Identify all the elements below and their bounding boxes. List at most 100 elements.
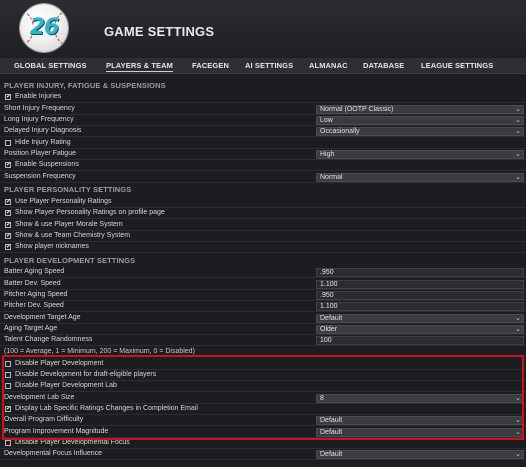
talent-randomness-label: Talent Change Randomness xyxy=(4,336,93,343)
disable-lab-row: Disable Player Development Lab xyxy=(0,381,526,392)
morale-row: ✔ Show & use Player Morale System xyxy=(0,220,526,231)
disable-dev-checkbox[interactable] xyxy=(5,361,11,367)
dev-target-row: Development Target Age Default ⌄ xyxy=(0,313,526,324)
disable-draft-row: Disable Development for draft-eligible p… xyxy=(0,370,526,381)
talent-note: (100 = Average, 1 = Minimum, 200 = Maxim… xyxy=(4,348,195,355)
long-injury-row: Long Injury Frequency Low ⌄ xyxy=(0,115,526,126)
tab-facegen[interactable]: FACEGEN xyxy=(192,61,229,70)
delayed-diagnosis-row: Delayed Injury Diagnosis Occasionally ⌄ xyxy=(0,126,526,137)
fatigue-row: Position Player Fatigue High ⌄ xyxy=(0,149,526,160)
batter-dev-input[interactable]: 1.100 xyxy=(316,280,524,289)
disable-focus-row: Disable Player Developmental Focus xyxy=(0,438,526,449)
chevron-down-icon: ⌄ xyxy=(515,429,521,436)
long-injury-dropdown[interactable]: Low ⌄ xyxy=(316,116,524,125)
chemistry-label: Show & use Team Chemistry System xyxy=(15,232,131,239)
tab-almanac[interactable]: ALMANAC xyxy=(309,61,348,70)
talent-randomness-input[interactable]: 100 xyxy=(316,336,524,345)
morale-checkbox[interactable]: ✔ xyxy=(5,222,11,228)
disable-lab-checkbox[interactable] xyxy=(5,383,11,389)
chemistry-row: ✔ Show & use Team Chemistry System xyxy=(0,231,526,242)
suspension-frequency-dropdown[interactable]: Normal ⌄ xyxy=(316,173,524,182)
improvement-magnitude-row: Program Improvement Magnitude Default ⌄ xyxy=(0,427,526,438)
delayed-diagnosis-label: Delayed Injury Diagnosis xyxy=(4,127,82,134)
chevron-down-icon: ⌄ xyxy=(515,151,521,158)
tab-database[interactable]: DATABASE xyxy=(363,61,404,70)
header: 26 GAME SETTINGS xyxy=(0,0,526,58)
baseball-logo-icon: 26 xyxy=(20,4,68,52)
batter-dev-label: Batter Dev. Speed xyxy=(4,280,61,287)
long-injury-label: Long Injury Frequency xyxy=(4,116,74,123)
improvement-magnitude-label: Program Improvement Magnitude xyxy=(4,428,109,435)
hide-injury-checkbox[interactable] xyxy=(5,140,11,146)
lab-size-dropdown[interactable]: 8 ⌄ xyxy=(316,394,524,403)
fatigue-dropdown[interactable]: High ⌄ xyxy=(316,150,524,159)
batter-aging-row: Batter Aging Speed .950 xyxy=(0,267,526,278)
display-lab-checkbox[interactable]: ✔ xyxy=(5,406,11,412)
enable-injuries-row: ✔ Enable Injuries xyxy=(0,92,526,103)
disable-dev-row: Disable Player Development xyxy=(0,359,526,370)
suspension-frequency-row: Suspension Frequency Normal ⌄ xyxy=(0,172,526,183)
personality-ratings-row: ✔ Use Player Personality Ratings xyxy=(0,197,526,208)
enable-suspensions-label: Enable Suspensions xyxy=(15,161,79,168)
disable-lab-label: Disable Player Development Lab xyxy=(15,382,117,389)
chevron-down-icon: ⌄ xyxy=(515,117,521,124)
chevron-down-icon: ⌄ xyxy=(515,451,521,458)
chemistry-checkbox[interactable]: ✔ xyxy=(5,233,11,239)
morale-label: Show & use Player Morale System xyxy=(15,221,123,228)
pitcher-dev-label: Pitcher Dev. Speed xyxy=(4,302,64,309)
personality-ratings-checkbox[interactable]: ✔ xyxy=(5,199,11,205)
pitcher-aging-label: Pitcher Aging Speed xyxy=(4,291,68,298)
tab-ai-settings[interactable]: AI SETTINGS xyxy=(245,61,293,70)
chevron-down-icon: ⌄ xyxy=(515,174,521,181)
disable-draft-checkbox[interactable] xyxy=(5,372,11,378)
pitcher-dev-input[interactable]: 1.100 xyxy=(316,302,524,311)
chevron-down-icon: ⌄ xyxy=(515,106,521,113)
batter-dev-row: Batter Dev. Speed 1.100 xyxy=(0,279,526,290)
section-injury-heading: PLAYER INJURY, FATIGUE & SUSPENSIONS xyxy=(4,81,166,90)
short-injury-row: Short Injury Frequency Normal (OOTP Clas… xyxy=(0,104,526,115)
pitcher-aging-input[interactable]: .950 xyxy=(316,291,524,300)
focus-influence-dropdown[interactable]: Default ⌄ xyxy=(316,450,524,459)
aging-target-label: Aging Target Age xyxy=(4,325,58,332)
overall-difficulty-dropdown[interactable]: Default ⌄ xyxy=(316,416,524,425)
nicknames-row: ✔ Show player nicknames xyxy=(0,242,526,253)
batter-aging-input[interactable]: .950 xyxy=(316,268,524,277)
improvement-magnitude-dropdown[interactable]: Default ⌄ xyxy=(316,428,524,437)
hide-injury-row: Hide Injury Rating xyxy=(0,138,526,149)
focus-influence-label: Developmental Focus Influence xyxy=(4,450,103,457)
enable-injuries-checkbox[interactable]: ✔ xyxy=(5,94,11,100)
nicknames-checkbox[interactable]: ✔ xyxy=(5,244,11,250)
enable-suspensions-checkbox[interactable]: ✔ xyxy=(5,162,11,168)
disable-focus-checkbox[interactable] xyxy=(5,440,11,446)
short-injury-label: Short Injury Frequency xyxy=(4,105,75,112)
chevron-down-icon: ⌄ xyxy=(515,128,521,135)
display-lab-label: Display Lab Specific Ratings Changes in … xyxy=(15,405,198,412)
chevron-down-icon: ⌄ xyxy=(515,395,521,402)
section-development-heading: PLAYER DEVELOPMENT SETTINGS xyxy=(4,256,136,265)
overall-difficulty-row: Overall Program Difficulty Default ⌄ xyxy=(0,415,526,426)
pitcher-aging-row: Pitcher Aging Speed .950 xyxy=(0,290,526,301)
dev-target-dropdown[interactable]: Default ⌄ xyxy=(316,314,524,323)
aging-target-row: Aging Target Age Older ⌄ xyxy=(0,324,526,335)
tab-league-settings[interactable]: LEAGUE SETTINGS xyxy=(421,61,493,70)
aging-target-dropdown[interactable]: Older ⌄ xyxy=(316,325,524,334)
delayed-diagnosis-dropdown[interactable]: Occasionally ⌄ xyxy=(316,127,524,136)
pitcher-dev-row: Pitcher Dev. Speed 1.100 xyxy=(0,301,526,312)
tab-global-settings[interactable]: GLOBAL SETTINGS xyxy=(14,61,87,70)
tab-players-team[interactable]: PLAYERS & TEAM xyxy=(106,61,173,72)
suspension-frequency-label: Suspension Frequency xyxy=(4,173,76,180)
nicknames-label: Show player nicknames xyxy=(15,243,89,250)
overall-difficulty-label: Overall Program Difficulty xyxy=(4,416,84,423)
disable-dev-label: Disable Player Development xyxy=(15,360,104,367)
chevron-down-icon: ⌄ xyxy=(515,417,521,424)
short-injury-dropdown[interactable]: Normal (OOTP Classic) ⌄ xyxy=(316,105,524,114)
logo-number: 26 xyxy=(29,15,60,40)
chevron-down-icon: ⌄ xyxy=(515,315,521,322)
dev-target-label: Development Target Age xyxy=(4,314,81,321)
show-personality-row: ✔ Show Player Personality Ratings on pro… xyxy=(0,208,526,219)
tab-bar: GLOBAL SETTINGS PLAYERS & TEAM FACEGEN A… xyxy=(0,58,526,74)
show-personality-checkbox[interactable]: ✔ xyxy=(5,210,11,216)
focus-influence-row: Developmental Focus Influence Default ⌄ xyxy=(0,449,526,460)
show-personality-label: Show Player Personality Ratings on profi… xyxy=(15,209,165,216)
enable-suspensions-row: ✔ Enable Suspensions xyxy=(0,160,526,171)
